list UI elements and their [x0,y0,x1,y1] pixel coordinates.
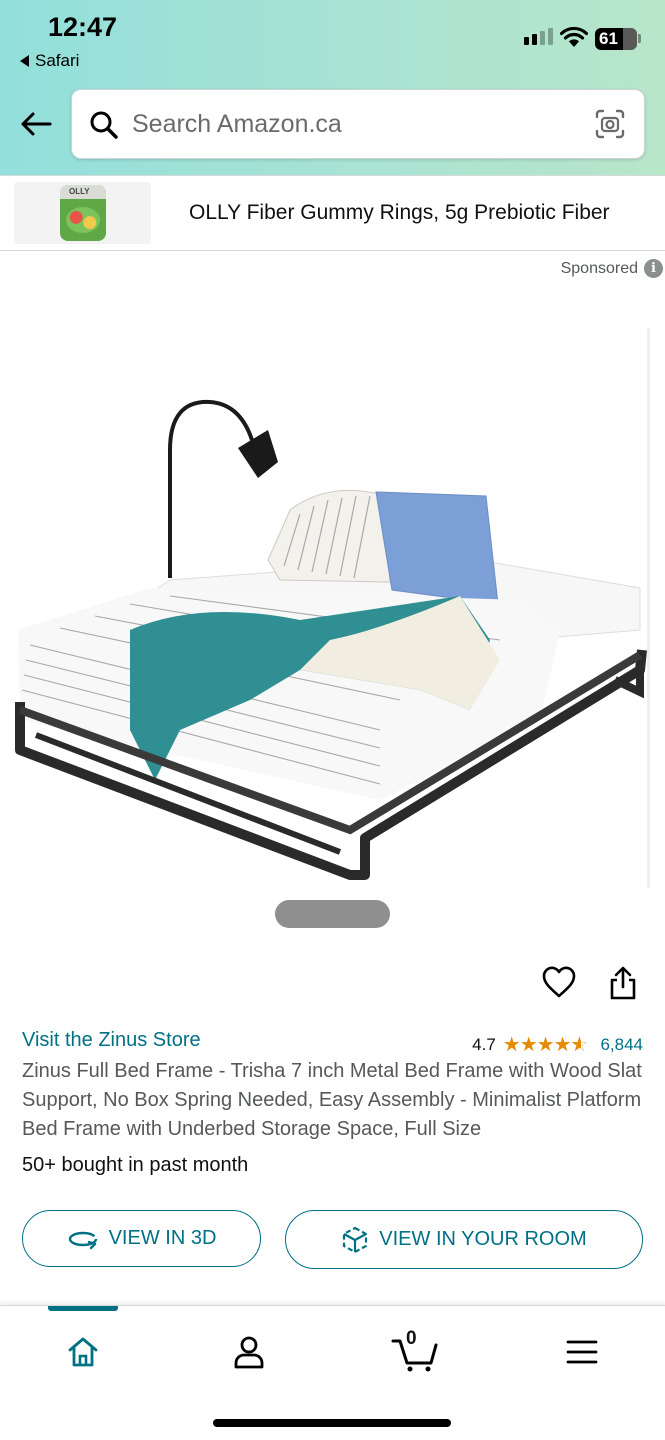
share-icon[interactable] [606,965,640,1001]
rating-row[interactable]: 4.7 ★★★★☆ ★ 6,844 [472,1032,643,1057]
nav-cart[interactable]: 0 [380,1328,450,1376]
back-app-label: Safari [35,51,80,70]
product-image[interactable] [0,300,665,900]
view-room-label: VIEW IN YOUR ROOM [379,1228,587,1250]
sponsored-product-banner[interactable]: OLLY OLLY Fiber Gummy Rings, 5g Prebioti… [0,175,665,251]
olly-jar-image: OLLY [60,185,106,241]
sponsored-label-row[interactable]: Sponsored i [561,259,663,278]
account-icon [234,1336,264,1369]
cart-count: 0 [406,1328,417,1349]
battery-tip [638,34,641,43]
menu-icon [566,1340,598,1364]
status-time: 12:47 [48,12,118,42]
back-to-app-link[interactable]: Safari [20,51,79,71]
ad-product-thumbnail[interactable]: OLLY [14,182,151,244]
ar-cube-icon [343,1226,368,1253]
store-link[interactable]: Visit the Zinus Store [22,1029,201,1052]
sponsored-label: Sponsored [560,259,638,277]
battery-level: 61 [599,29,618,48]
nav-menu[interactable] [547,1328,617,1376]
view-3d-label: VIEW IN 3D [108,1227,217,1249]
info-icon[interactable]: i [644,259,663,278]
rating-count[interactable]: 6,844 [600,1035,643,1055]
wifi-icon [560,26,588,47]
search-icon [90,111,118,139]
battery-icon: 61 [595,28,637,50]
product-title: Zinus Full Bed Frame - Trisha 7 inch Met… [22,1060,642,1140]
image-pager-indicator[interactable] [275,900,390,928]
search-input[interactable] [132,104,572,144]
back-triangle-icon [20,55,29,67]
rating-value: 4.7 [472,1034,496,1054]
ad-product-title[interactable]: OLLY Fiber Gummy Rings, 5g Prebiotic Fib… [189,201,649,225]
cellular-signal-icon [524,28,553,45]
top-header: 12:47 Safari 61 [0,0,665,175]
active-tab-indicator [48,1306,118,1311]
view-in-your-room-button[interactable]: VIEW IN YOUR ROOM [285,1210,643,1269]
image-scroll-track [647,328,650,888]
view-in-3d-button[interactable]: VIEW IN 3D [22,1210,261,1267]
rotate-3d-icon [68,1231,97,1249]
star-rating-icon: ★★★★☆ ★ [502,1034,589,1056]
heart-icon[interactable] [541,965,577,999]
bottom-navigation: 0 [0,1305,665,1440]
home-icon [68,1337,98,1367]
home-indicator[interactable] [213,1419,451,1427]
camera-search-icon[interactable] [594,108,626,140]
nav-home[interactable] [48,1328,118,1376]
nav-account[interactable] [214,1328,284,1376]
search-bar[interactable] [71,89,645,159]
bought-count: 50+ bought in past month [22,1154,249,1176]
back-arrow-icon[interactable] [18,108,54,140]
